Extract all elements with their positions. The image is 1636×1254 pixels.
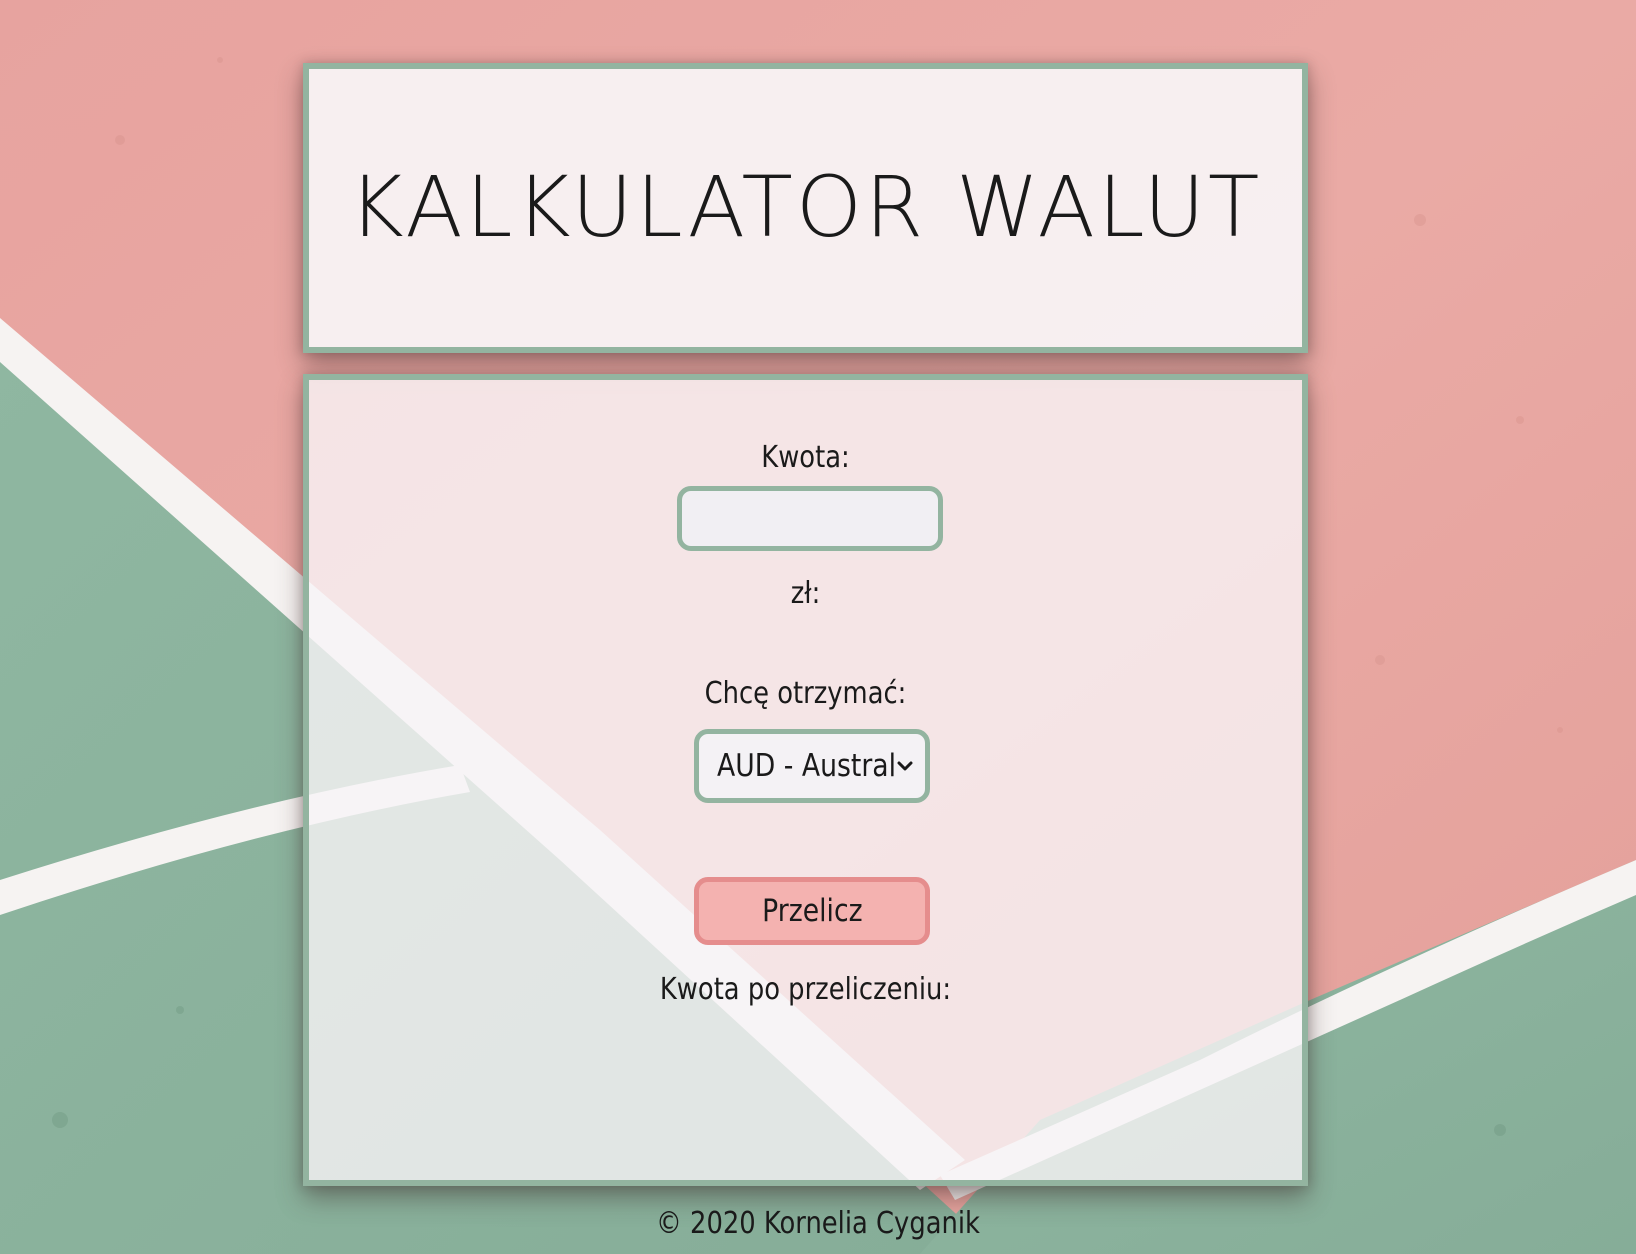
page-title: KALKULATOR WALUT	[348, 158, 1263, 256]
currency-select-value: AUD - Austral	[717, 748, 897, 784]
convert-button[interactable]: Przelicz	[694, 877, 930, 945]
currency-select[interactable]: AUD - Austral	[694, 729, 930, 803]
convert-button-label: Przelicz	[761, 893, 863, 929]
footer-copyright: © 2020 Kornelia Cyganik	[656, 1206, 980, 1241]
converter-form: Kwota: zł: Chcę otrzymać: AUD - Austral …	[309, 380, 1302, 1180]
result-label: Kwota po przeliczeniu:	[659, 972, 952, 1007]
amount-label: Kwota:	[761, 440, 850, 475]
chevron-down-icon	[897, 761, 913, 771]
converter-form-panel: Kwota: zł: Chcę otrzymać: AUD - Austral …	[303, 374, 1308, 1186]
amount-input[interactable]	[677, 486, 943, 551]
header-panel: KALKULATOR WALUT	[303, 63, 1308, 353]
target-currency-label: Chcę otrzymać:	[704, 676, 907, 711]
currency-suffix-label: zł:	[790, 576, 821, 611]
